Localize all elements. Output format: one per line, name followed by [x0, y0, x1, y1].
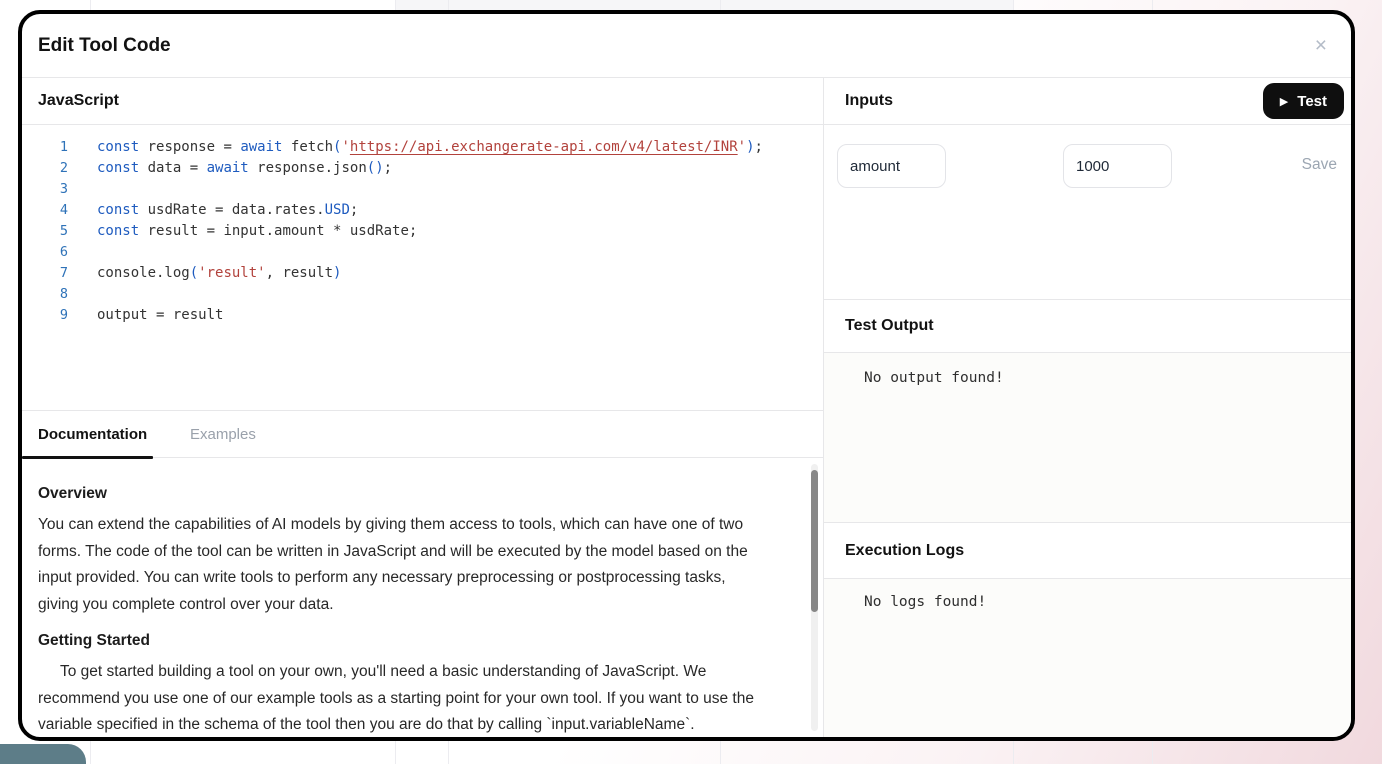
execution-logs-header: Execution Logs [824, 523, 1351, 579]
doc-paragraph: You can extend the capabilities of AI mo… [38, 512, 769, 618]
play-icon: ▶ [1280, 95, 1288, 108]
edit-tool-code-modal: Edit Tool Code × JavaScript 1const respo… [18, 10, 1355, 741]
line-number: 1 [22, 137, 68, 158]
code-line: 3 [22, 179, 823, 200]
line-number: 9 [22, 305, 68, 326]
input-value-field[interactable] [1063, 144, 1172, 188]
test-output-header: Test Output [824, 300, 1351, 353]
line-number: 3 [22, 179, 68, 200]
execution-logs-heading: Execution Logs [845, 542, 964, 560]
doc-paragraph: To get started building a tool on your o… [38, 659, 769, 737]
language-label: JavaScript [22, 78, 823, 125]
code-line: 8 [22, 284, 823, 305]
line-number: 5 [22, 221, 68, 242]
tab-documentation[interactable]: Documentation [22, 411, 153, 457]
documentation-panel: Overview You can extend the capabilities… [22, 458, 823, 737]
doc-tab-bar: Documentation Examples [22, 410, 823, 458]
line-number: 4 [22, 200, 68, 221]
modal-body: JavaScript 1const response = await fetch… [22, 78, 1351, 737]
modal-header: Edit Tool Code × [22, 14, 1351, 78]
code-rows: 1const response = await fetch('https://a… [22, 137, 823, 326]
code-line: 1const response = await fetch('https://a… [22, 137, 823, 158]
inputs-heading: Inputs [845, 92, 893, 110]
line-number: 2 [22, 158, 68, 179]
test-output-empty-message: No output found! [864, 370, 1004, 386]
close-icon[interactable]: × [1315, 35, 1327, 56]
code-line: 6 [22, 242, 823, 263]
code-panel: JavaScript 1const response = await fetch… [22, 78, 824, 737]
test-output-heading: Test Output [845, 317, 934, 335]
code-line: 7console.log('result', result) [22, 263, 823, 284]
teal-corner-shape [0, 744, 86, 764]
line-number: 6 [22, 242, 68, 263]
modal-title: Edit Tool Code [38, 35, 171, 57]
tab-examples[interactable]: Examples [190, 411, 256, 457]
inputs-body: Save [824, 125, 1351, 300]
input-name-field[interactable] [837, 144, 946, 188]
execution-logs-area: No logs found! [824, 579, 1351, 737]
inputs-header: Inputs ▶ Test [824, 78, 1351, 125]
code-line: 9output = result [22, 305, 823, 326]
line-number: 8 [22, 284, 68, 305]
line-number: 7 [22, 263, 68, 284]
test-button-label: Test [1297, 93, 1327, 110]
code-editor[interactable]: 1const response = await fetch('https://a… [22, 125, 823, 410]
execution-logs-empty-message: No logs found! [864, 594, 986, 610]
code-line: 5const result = input.amount * usdRate; [22, 221, 823, 242]
doc-section-heading: Getting Started [38, 631, 769, 651]
doc-section-heading: Overview [38, 484, 769, 504]
test-output-area: No output found! [824, 353, 1351, 523]
code-line: 2const data = await response.json(); [22, 158, 823, 179]
test-panel: Inputs ▶ Test Save Test Output No output… [824, 78, 1351, 737]
doc-scrollbar-thumb[interactable] [811, 470, 818, 612]
test-button[interactable]: ▶ Test [1263, 83, 1344, 119]
save-button[interactable]: Save [1302, 156, 1337, 174]
code-line: 4const usdRate = data.rates.USD; [22, 200, 823, 221]
